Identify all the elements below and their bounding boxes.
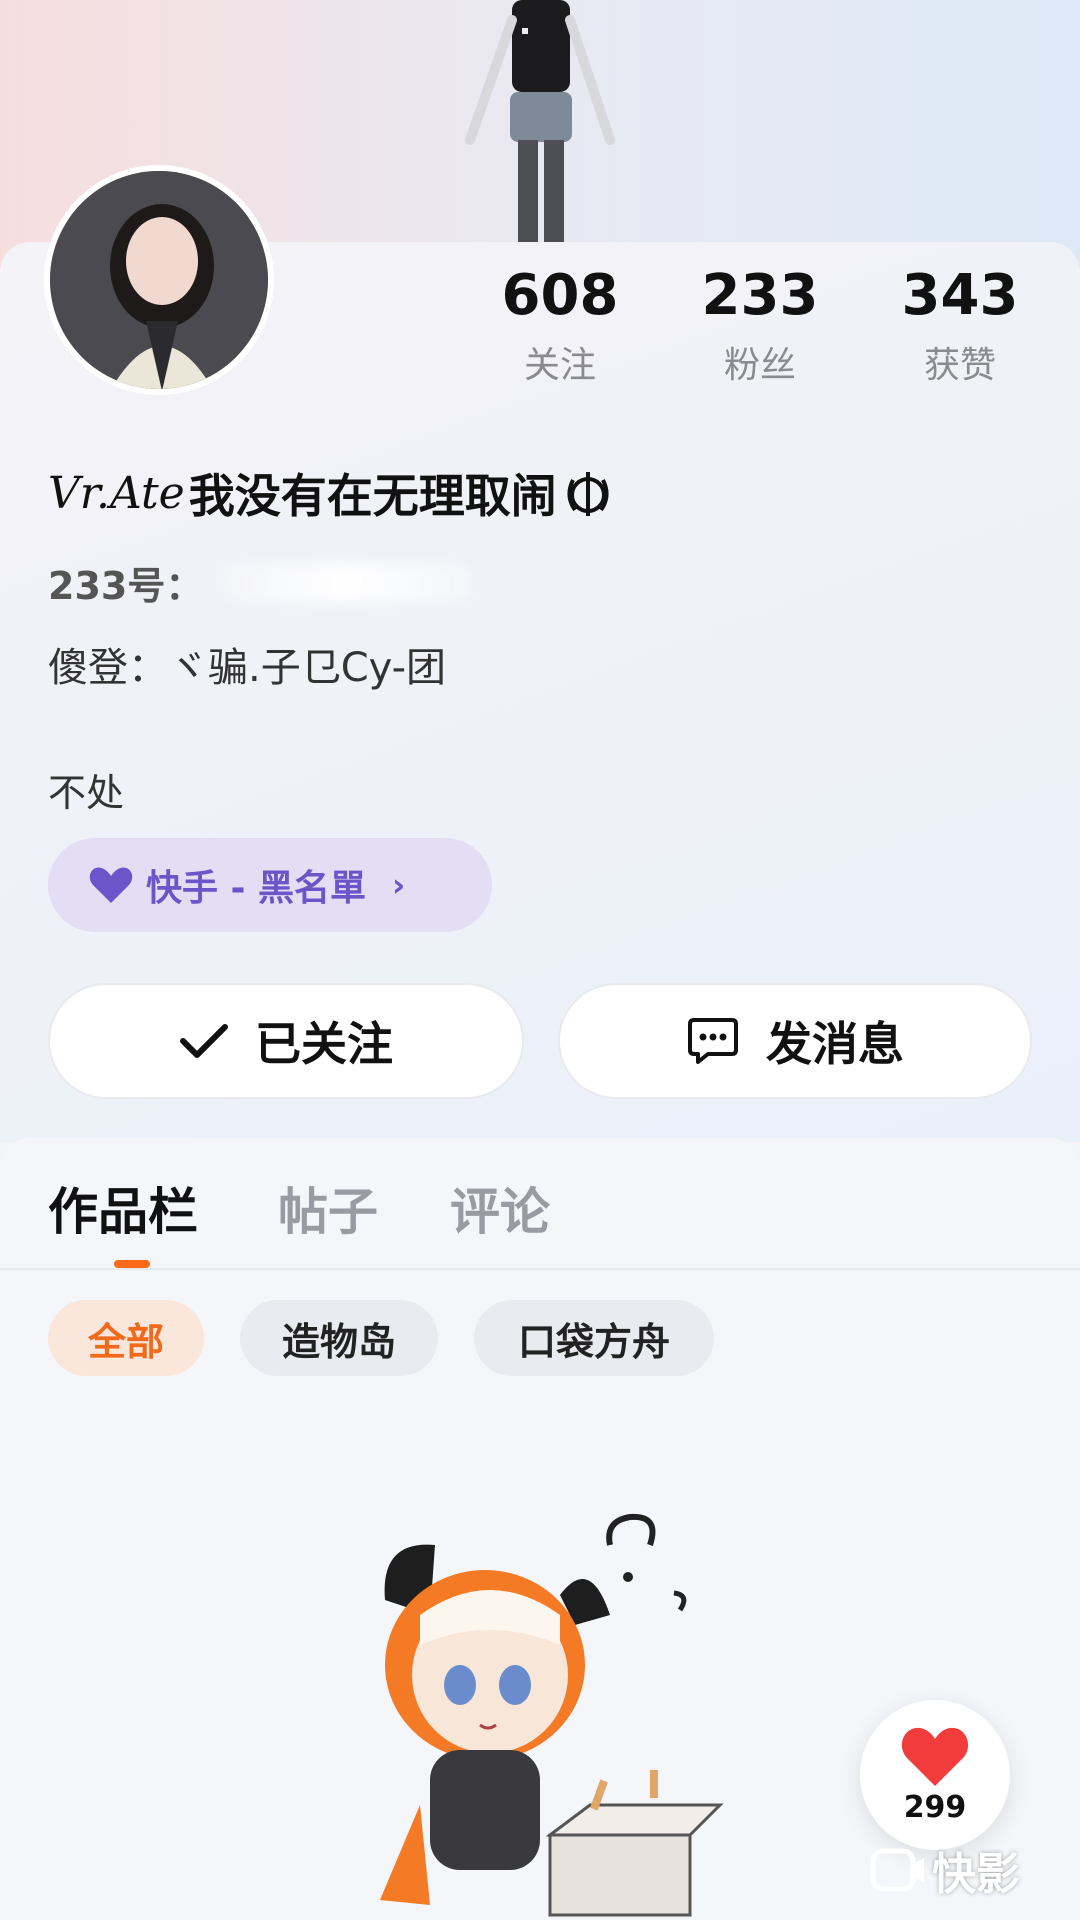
profile-nickname: Vr.Ate 我没有在无理取闹 — [48, 460, 615, 526]
stat-fans[interactable]: 233 粉丝 — [670, 262, 850, 388]
nickname-text: 我没有在无理取闹 — [188, 469, 557, 523]
kuaiying-logo-icon — [870, 1848, 924, 1892]
tag-pill[interactable]: 快手 - 黑名單 › — [48, 838, 492, 932]
profile-bio: 不处 — [48, 771, 125, 815]
watermark-label: 快影 — [932, 1849, 1020, 1900]
khanda-symbol-icon — [567, 472, 609, 516]
stat-likes-label: 获赞 — [923, 345, 996, 386]
tab-works[interactable]: 作品栏 — [48, 1172, 198, 1244]
stat-following[interactable]: 608 关注 — [470, 262, 650, 388]
check-icon — [180, 1024, 228, 1058]
filter-chip-zaowudao[interactable]: 造物岛 — [240, 1300, 438, 1376]
send-message-button[interactable]: 发消息 — [558, 983, 1032, 1099]
stat-likes-count: 343 — [901, 263, 1019, 328]
tab-comments[interactable]: 评论 — [450, 1172, 550, 1244]
stat-fans-count: 233 — [701, 263, 819, 328]
active-tab-indicator — [114, 1260, 150, 1268]
stat-fans-label: 粉丝 — [723, 345, 796, 386]
tabs-divider — [0, 1268, 1080, 1270]
profile-id-redacted — [215, 562, 476, 603]
followed-button-label: 已关注 — [255, 1017, 393, 1071]
send-message-button-label: 发消息 — [766, 1017, 904, 1071]
profile-id-label: 233号： — [48, 564, 204, 608]
chevron-right-icon: › — [392, 866, 406, 904]
like-count: 299 — [903, 1789, 967, 1825]
stat-likes[interactable]: 343 获赞 — [870, 262, 1050, 388]
nickname-script: Vr.Ate — [48, 467, 185, 519]
stat-following-count: 608 — [501, 263, 619, 328]
stat-following-label: 关注 — [523, 345, 596, 386]
profile-id[interactable]: 233号： — [48, 555, 476, 610]
chat-bubble-icon — [688, 1018, 738, 1064]
filter-chip-all[interactable]: 全部 — [48, 1300, 204, 1376]
banner-avatar-figure — [465, 0, 615, 250]
followed-button[interactable]: 已关注 — [48, 983, 524, 1099]
avatar[interactable] — [44, 165, 274, 395]
heart-icon — [89, 867, 133, 903]
profile-alias: 傻登：ヾ骗.子⺋Cy-团 — [48, 645, 447, 691]
tag-pill-label: 快手 - 黑名單 — [146, 868, 367, 909]
tab-posts[interactable]: 帖子 — [278, 1172, 378, 1244]
filter-chip-koudaifangzhou[interactable]: 口袋方舟 — [474, 1300, 714, 1376]
empty-state-mascot-illustration — [380, 1513, 724, 1917]
avatar-photo — [50, 171, 268, 389]
floating-like-button[interactable]: 299 — [860, 1700, 1010, 1850]
app-watermark: 快影 — [870, 1838, 1020, 1902]
profile-stats: 608 关注 233 粉丝 343 获赞 — [470, 262, 1050, 388]
heart-like-icon — [901, 1727, 969, 1786]
